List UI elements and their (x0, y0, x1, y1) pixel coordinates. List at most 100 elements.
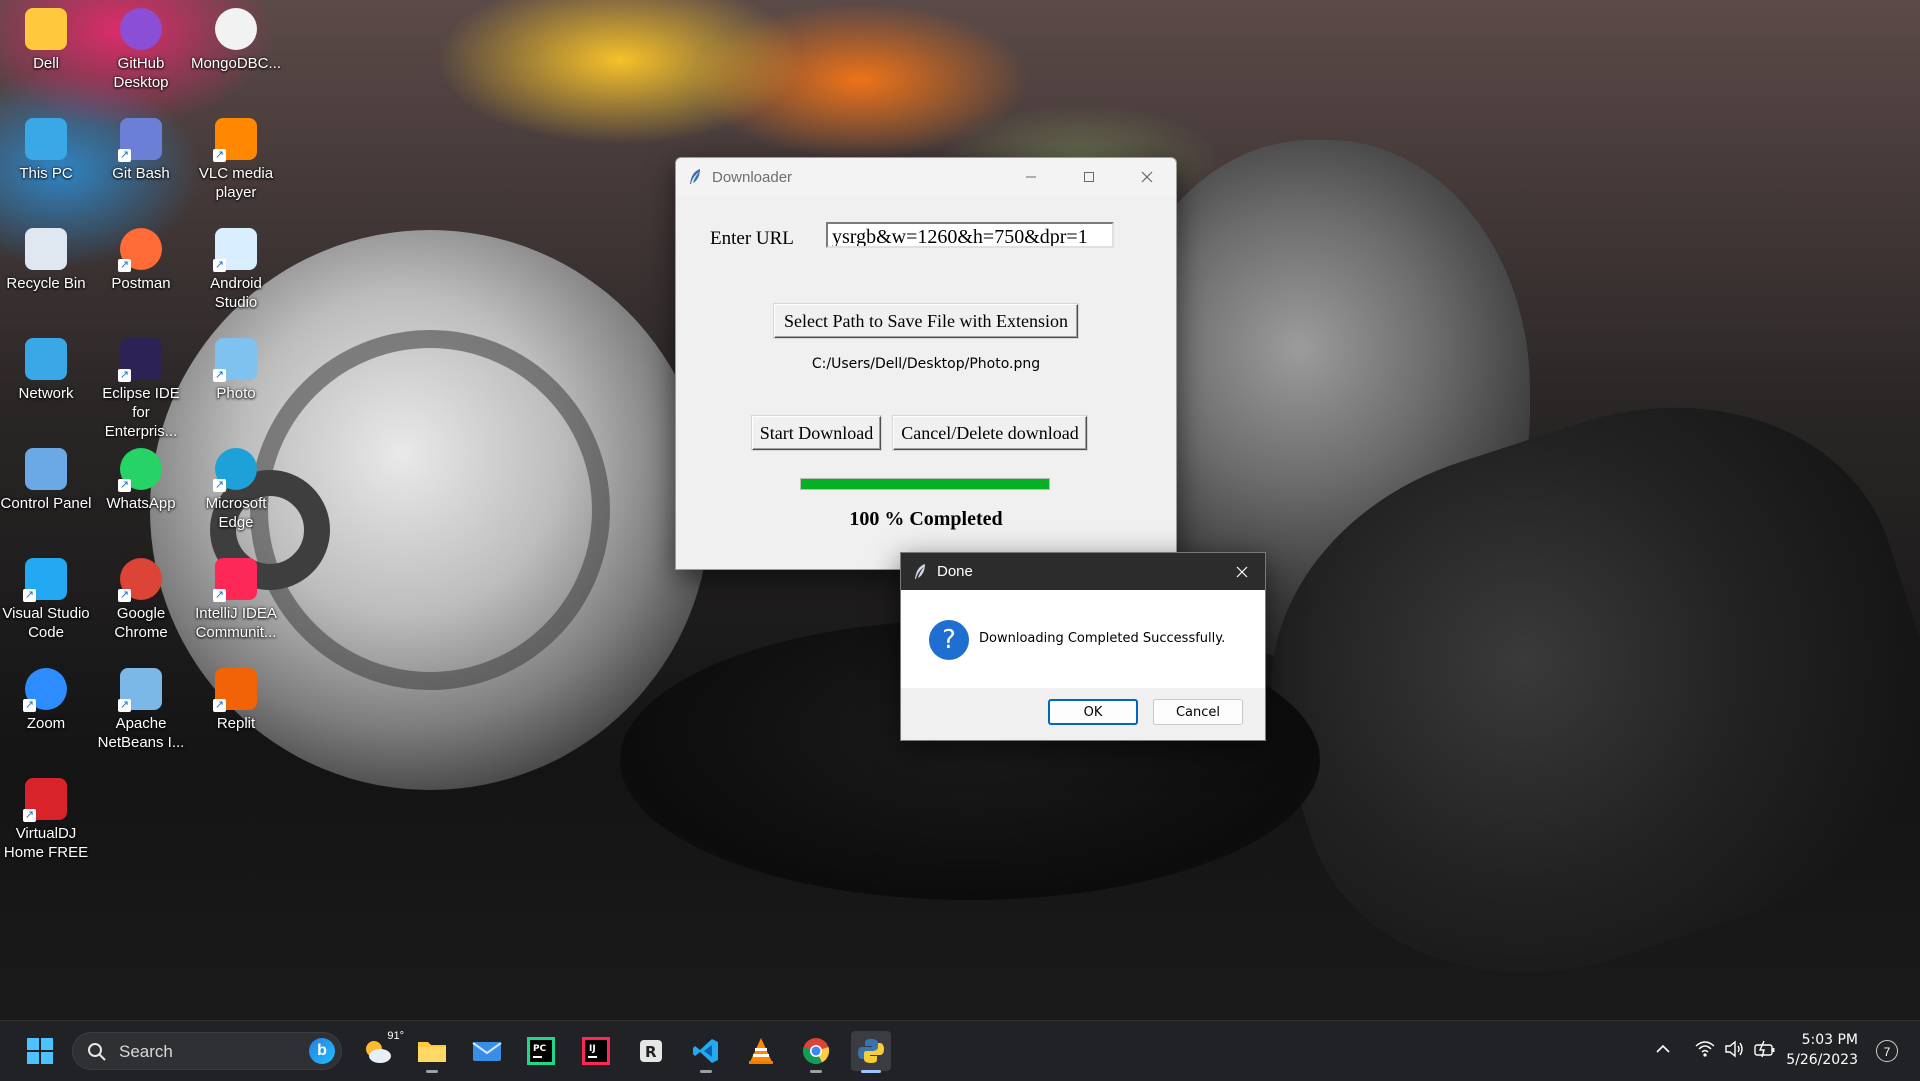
desktop-icon-label: Apache NetBeans I... (97, 715, 185, 751)
taskbar-vscode[interactable] (686, 1031, 726, 1073)
desktop-icon-intellij[interactable]: ↗ IntelliJ IDEA Communit... (190, 558, 282, 642)
desktop-icon-chrome[interactable]: ↗ Google Chrome (95, 558, 187, 642)
shortcut-arrow-icon: ↗ (118, 589, 131, 602)
start-button[interactable] (20, 1031, 60, 1071)
shortcut-arrow-icon: ↗ (118, 259, 131, 272)
desktop-icon-label: Replit (216, 715, 256, 732)
downloader-titlebar[interactable]: Downloader (676, 158, 1176, 196)
ok-button[interactable]: OK (1048, 699, 1138, 725)
maximize-button[interactable] (1060, 158, 1118, 196)
bing-icon[interactable]: b (309, 1038, 335, 1064)
desktop-icon-git-bash[interactable]: ↗ Git Bash (95, 118, 187, 183)
taskbar-mail[interactable] (467, 1031, 507, 1071)
dialog-title: Done (937, 563, 973, 580)
select-path-button[interactable]: Select Path to Save File with Extension (774, 304, 1078, 338)
show-hidden-icons-button[interactable] (1655, 1041, 1671, 1062)
close-icon (1141, 171, 1153, 183)
desktop-icon-replit[interactable]: ↗ Replit (190, 668, 282, 733)
desktop-icon-postman[interactable]: ↗ Postman (95, 228, 187, 293)
question-icon: ? (929, 620, 969, 660)
desktop-icon-recycle-bin[interactable]: Recycle Bin (0, 228, 92, 293)
desktop-icon-vscode[interactable]: ↗ Visual Studio Code (0, 558, 92, 642)
minimize-icon (1026, 176, 1036, 178)
desktop-icon-label: Recycle Bin (6, 275, 86, 292)
battery-status[interactable] (1754, 1040, 1776, 1063)
desktop-icon-this-pc[interactable]: This PC (0, 118, 92, 183)
netbeans-icon: ↗ (118, 668, 162, 712)
downloader-window[interactable]: Downloader Enter URL ysrgb&w=1260&h=750&… (675, 157, 1177, 570)
desktop-icon-label: Dell (33, 55, 59, 72)
desktop-icon-virtualdj[interactable]: ↗ VirtualDJ Home FREE (0, 778, 92, 862)
desktop-icon-zoom[interactable]: ↗ Zoom (0, 668, 92, 733)
desktop-icon-photo[interactable]: ↗ Photo (190, 338, 282, 403)
chrome-icon (802, 1038, 830, 1064)
pycharm-icon: PC (527, 1037, 555, 1065)
url-input[interactable]: ysrgb&w=1260&h=750&dpr=1 (826, 222, 1114, 248)
desktop-icon-android-studio[interactable]: ↗ Android Studio (190, 228, 282, 312)
desktop-icon-label: Microsoft Edge (205, 495, 267, 531)
search-placeholder: Search (119, 1042, 173, 1061)
git-bash-icon: ↗ (118, 118, 162, 162)
desktop-icon-netbeans[interactable]: ↗ Apache NetBeans I... (95, 668, 187, 752)
shortcut-arrow-icon: ↗ (213, 259, 226, 272)
zoom-icon: ↗ (23, 668, 67, 712)
desktop-icon-edge[interactable]: ↗ Microsoft Edge (190, 448, 282, 532)
svg-text:R: R (645, 1043, 657, 1061)
desktop-icon-mongodb-compass[interactable]: MongoDBC... (190, 8, 282, 73)
desktop-icon-label: Zoom (26, 715, 66, 732)
weather-temp: 91° (387, 1030, 404, 1042)
close-icon (1236, 566, 1248, 577)
desktop-icon-eclipse[interactable]: ↗ Eclipse IDE for Enterpris... (95, 338, 187, 441)
minimize-button[interactable] (1002, 158, 1060, 196)
taskbar-search[interactable]: Search b (72, 1032, 342, 1070)
close-button[interactable] (1118, 158, 1176, 196)
vscode-icon: ↗ (23, 558, 67, 602)
shortcut-arrow-icon: ↗ (118, 149, 131, 162)
svg-text:IJ: IJ (589, 1044, 596, 1054)
taskbar-pycharm[interactable]: PC (521, 1031, 561, 1071)
desktop-icon-label: MongoDBC... (190, 55, 282, 72)
vlc-icon (749, 1038, 773, 1064)
maximize-icon (1084, 172, 1094, 182)
control-panel-icon (25, 448, 67, 490)
this-pc-icon (25, 118, 67, 160)
taskbar-weather[interactable]: 91° (358, 1030, 404, 1071)
desktop-icon-label: IntelliJ IDEA Communit... (195, 605, 277, 641)
app-r-icon: R (640, 1040, 662, 1062)
dialog-close-button[interactable] (1219, 553, 1265, 590)
postman-icon: ↗ (118, 228, 162, 272)
notification-badge[interactable]: 7 (1876, 1040, 1898, 1062)
clock-date: 5/26/2023 (1786, 1052, 1858, 1068)
wifi-icon (1695, 1041, 1715, 1057)
whatsapp-icon: ↗ (118, 448, 162, 492)
replit-icon: ↗ (213, 668, 257, 712)
clock-time: 5:03 PM (1801, 1032, 1858, 1048)
desktop-icon-network[interactable]: Network (0, 338, 92, 403)
start-download-button[interactable]: Start Download (752, 416, 881, 450)
desktop-icon-label: GitHub Desktop (113, 55, 169, 91)
dialog-titlebar[interactable]: Done (901, 553, 1265, 590)
taskbar-intellij[interactable]: IJ (576, 1031, 616, 1071)
desktop-icon-control-panel[interactable]: Control Panel (0, 448, 92, 513)
shortcut-arrow-icon: ↗ (213, 589, 226, 602)
taskbar-app-r[interactable]: R (631, 1031, 671, 1071)
mongodb-compass-icon (215, 8, 257, 50)
taskbar-vlc[interactable] (741, 1031, 781, 1071)
taskbar-python[interactable] (851, 1031, 891, 1073)
volume-status[interactable] (1724, 1040, 1744, 1063)
wifi-status[interactable] (1695, 1040, 1715, 1063)
desktop-icon-label: Control Panel (0, 495, 92, 512)
desktop-icon-label: Google Chrome (114, 605, 168, 641)
done-dialog[interactable]: Done ? Downloading Completed Successfull… (900, 552, 1266, 741)
shortcut-arrow-icon: ↗ (23, 589, 36, 602)
dialog-cancel-button[interactable]: Cancel (1153, 699, 1243, 725)
cancel-download-button[interactable]: Cancel/Delete download (893, 416, 1087, 450)
taskbar-clock[interactable]: 5:03 PM 5/26/2023 (1786, 1030, 1858, 1070)
desktop-icon-github-desktop[interactable]: GitHub Desktop (95, 8, 187, 92)
shortcut-arrow-icon: ↗ (23, 809, 36, 822)
desktop-icon-folder[interactable]: Dell (0, 8, 92, 73)
taskbar-file-explorer[interactable] (412, 1031, 452, 1073)
taskbar-chrome[interactable] (796, 1031, 836, 1073)
desktop-icon-whatsapp[interactable]: ↗ WhatsApp (95, 448, 187, 513)
desktop-icon-vlc[interactable]: ↗ VLC media player (190, 118, 282, 202)
